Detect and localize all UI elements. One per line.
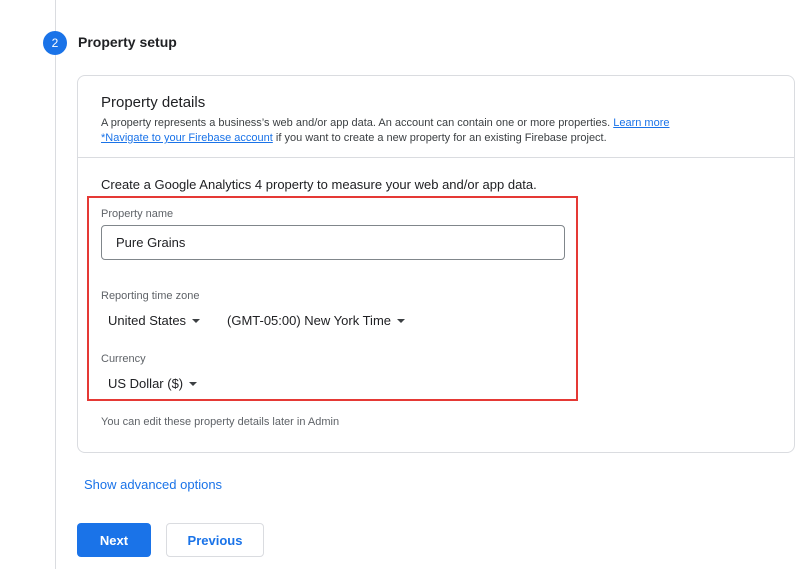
description-text: A property represents a business’s web a… bbox=[101, 117, 611, 129]
country-select[interactable]: United States bbox=[108, 313, 201, 328]
caret-down-icon bbox=[189, 381, 198, 386]
card-title: Property details bbox=[101, 94, 206, 111]
create-property-text: Create a Google Analytics 4 property to … bbox=[101, 177, 537, 192]
timezone-label: Reporting time zone bbox=[101, 290, 200, 302]
card-header: Property details A property represents a… bbox=[101, 94, 774, 146]
next-button[interactable]: Next bbox=[77, 523, 151, 557]
timezone-select[interactable]: (GMT-05:00) New York Time bbox=[227, 313, 405, 328]
footnote-text: You can edit these property details late… bbox=[101, 416, 340, 428]
property-name-input[interactable] bbox=[101, 225, 565, 260]
currency-value: US Dollar ($) bbox=[108, 376, 184, 391]
card-divider bbox=[78, 157, 794, 158]
show-advanced-options-link[interactable]: Show advanced options bbox=[84, 477, 222, 492]
timezone-value: (GMT-05:00) New York Time bbox=[227, 313, 391, 328]
card-description: A property represents a business’s web a… bbox=[101, 116, 774, 146]
firebase-account-link[interactable]: *Navigate to your Firebase account bbox=[101, 132, 273, 144]
step-number-badge: 2 bbox=[43, 31, 67, 55]
caret-down-icon bbox=[397, 318, 405, 323]
caret-down-icon bbox=[192, 318, 201, 323]
country-value: United States bbox=[108, 313, 187, 328]
currency-select[interactable]: US Dollar ($) bbox=[108, 376, 198, 391]
currency-label: Currency bbox=[101, 353, 146, 365]
stepper-line bbox=[55, 0, 56, 569]
learn-more-link[interactable]: Learn more bbox=[613, 117, 669, 129]
step-title: Property setup bbox=[78, 34, 177, 50]
property-name-label: Property name bbox=[101, 208, 174, 220]
description-suffix: if you want to create a new property for… bbox=[275, 132, 607, 144]
property-details-card: Property details A property represents a… bbox=[77, 75, 795, 453]
previous-button[interactable]: Previous bbox=[166, 523, 264, 557]
